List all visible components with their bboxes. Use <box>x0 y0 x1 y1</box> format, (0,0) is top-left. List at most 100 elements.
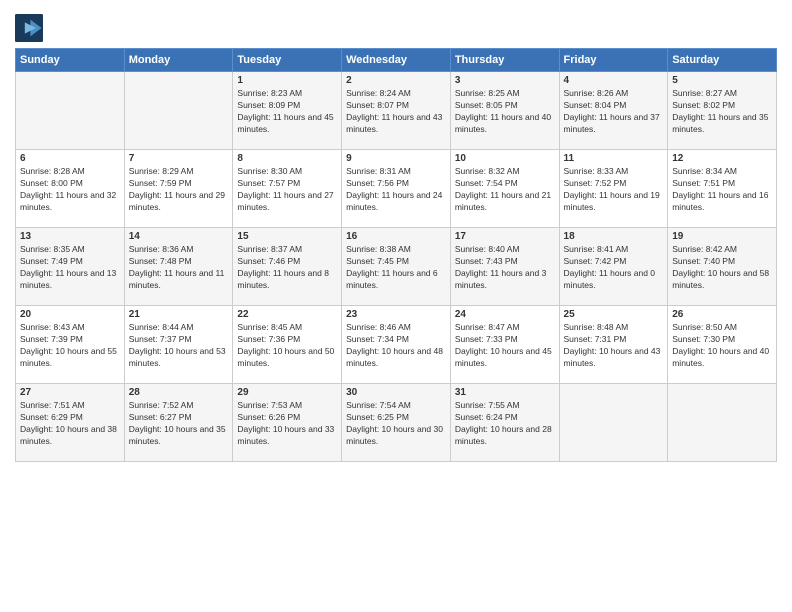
cell-info-line: Sunset: 7:43 PM <box>455 256 555 268</box>
cell-info-line: Daylight: 10 hours and 45 minutes. <box>455 346 555 370</box>
cell-info-line: Sunrise: 7:52 AM <box>129 400 229 412</box>
day-number: 24 <box>455 309 555 320</box>
logo-icon <box>15 14 43 42</box>
cell-info-line: Sunset: 6:26 PM <box>237 412 337 424</box>
cell-info-line: Daylight: 11 hours and 37 minutes. <box>564 112 664 136</box>
cell-info-line: Daylight: 11 hours and 8 minutes. <box>237 268 337 292</box>
cell-info-line: Sunrise: 7:54 AM <box>346 400 446 412</box>
cell-info-line: Sunset: 7:37 PM <box>129 334 229 346</box>
day-number: 29 <box>237 387 337 398</box>
cell-info-line: Daylight: 10 hours and 35 minutes. <box>129 424 229 448</box>
day-number: 5 <box>672 75 772 86</box>
calendar-cell: 25Sunrise: 8:48 AMSunset: 7:31 PMDayligh… <box>559 306 668 384</box>
cell-info-line: Sunrise: 8:36 AM <box>129 244 229 256</box>
cell-info-line: Sunset: 7:34 PM <box>346 334 446 346</box>
cell-info-line: Daylight: 11 hours and 19 minutes. <box>564 190 664 214</box>
cell-info-line: Daylight: 11 hours and 32 minutes. <box>20 190 120 214</box>
cell-info-line: Sunset: 7:36 PM <box>237 334 337 346</box>
cell-info-line: Sunset: 7:56 PM <box>346 178 446 190</box>
cell-info-line: Daylight: 11 hours and 13 minutes. <box>20 268 120 292</box>
cell-info-line: Sunrise: 8:38 AM <box>346 244 446 256</box>
day-number: 1 <box>237 75 337 86</box>
calendar-header-row: SundayMondayTuesdayWednesdayThursdayFrid… <box>16 49 777 72</box>
cell-info-line: Sunset: 7:52 PM <box>564 178 664 190</box>
cell-info-line: Daylight: 11 hours and 6 minutes. <box>346 268 446 292</box>
day-number: 27 <box>20 387 120 398</box>
day-number: 6 <box>20 153 120 164</box>
calendar-cell: 11Sunrise: 8:33 AMSunset: 7:52 PMDayligh… <box>559 150 668 228</box>
calendar-cell: 13Sunrise: 8:35 AMSunset: 7:49 PMDayligh… <box>16 228 125 306</box>
cell-info-line: Daylight: 11 hours and 27 minutes. <box>237 190 337 214</box>
day-number: 30 <box>346 387 446 398</box>
calendar-cell: 2Sunrise: 8:24 AMSunset: 8:07 PMDaylight… <box>342 72 451 150</box>
day-number: 20 <box>20 309 120 320</box>
cell-info-line: Sunset: 7:31 PM <box>564 334 664 346</box>
day-number: 13 <box>20 231 120 242</box>
cell-info-line: Sunset: 7:57 PM <box>237 178 337 190</box>
calendar-cell: 28Sunrise: 7:52 AMSunset: 6:27 PMDayligh… <box>124 384 233 462</box>
cell-info-line: Sunrise: 8:47 AM <box>455 322 555 334</box>
day-header-saturday: Saturday <box>668 49 777 72</box>
calendar-cell: 4Sunrise: 8:26 AMSunset: 8:04 PMDaylight… <box>559 72 668 150</box>
cell-info-line: Sunrise: 7:55 AM <box>455 400 555 412</box>
day-number: 8 <box>237 153 337 164</box>
cell-info-line: Sunset: 8:05 PM <box>455 100 555 112</box>
cell-info-line: Daylight: 11 hours and 24 minutes. <box>346 190 446 214</box>
calendar-cell: 9 Sunrise: 8:31 AMSunset: 7:56 PMDaylight… <box>342 150 451 228</box>
cell-info-line: Sunrise: 8:43 AM <box>20 322 120 334</box>
calendar-cell: 31Sunrise: 7:55 AMSunset: 6:24 PMDayligh… <box>450 384 559 462</box>
logo <box>15 14 45 42</box>
cell-info-line: Daylight: 10 hours and 40 minutes. <box>672 346 772 370</box>
calendar-cell: 6Sunrise: 8:28 AMSunset: 8:00 PMDaylight… <box>16 150 125 228</box>
page: SundayMondayTuesdayWednesdayThursdayFrid… <box>0 0 792 472</box>
calendar-week-row: 13Sunrise: 8:35 AMSunset: 7:49 PMDayligh… <box>16 228 777 306</box>
day-number: 7 <box>129 153 229 164</box>
calendar-cell <box>124 72 233 150</box>
cell-info-line: Sunrise: 7:51 AM <box>20 400 120 412</box>
calendar-cell: 26Sunrise: 8:50 AMSunset: 7:30 PMDayligh… <box>668 306 777 384</box>
cell-info-line: Daylight: 11 hours and 21 minutes. <box>455 190 555 214</box>
cell-info-line: Daylight: 10 hours and 48 minutes. <box>346 346 446 370</box>
cell-info-line: Sunrise: 8:31 AM <box>346 166 446 178</box>
cell-info-line: Sunset: 7:39 PM <box>20 334 120 346</box>
cell-info-line: Daylight: 11 hours and 43 minutes. <box>346 112 446 136</box>
calendar-cell: 15 Sunrise: 8:37 AMSunset: 7:46 PMDayligh… <box>233 228 342 306</box>
cell-info-line: Sunset: 7:46 PM <box>237 256 337 268</box>
day-header-thursday: Thursday <box>450 49 559 72</box>
cell-info-line: Daylight: 11 hours and 3 minutes. <box>455 268 555 292</box>
cell-info-line: Sunset: 7:48 PM <box>129 256 229 268</box>
day-number: 28 <box>129 387 229 398</box>
calendar-cell: 19Sunrise: 8:42 AMSunset: 7:40 PMDayligh… <box>668 228 777 306</box>
calendar-cell <box>559 384 668 462</box>
cell-info-line: Sunrise: 8:41 AM <box>564 244 664 256</box>
calendar-cell: 22Sunrise: 8:45 AMSunset: 7:36 PMDayligh… <box>233 306 342 384</box>
calendar-cell: 27Sunrise: 7:51 AMSunset: 6:29 PMDayligh… <box>16 384 125 462</box>
cell-info-line: Sunset: 8:02 PM <box>672 100 772 112</box>
cell-info-line: Sunrise: 8:37 AM <box>237 244 337 256</box>
day-number: 17 <box>455 231 555 242</box>
calendar-cell: 12Sunrise: 8:34 AMSunset: 7:51 PMDayligh… <box>668 150 777 228</box>
day-number: 9 <box>346 153 446 164</box>
cell-info-line: Sunrise: 8:48 AM <box>564 322 664 334</box>
calendar-week-row: 6Sunrise: 8:28 AMSunset: 8:00 PMDaylight… <box>16 150 777 228</box>
day-number: 3 <box>455 75 555 86</box>
cell-info-line: Sunset: 7:40 PM <box>672 256 772 268</box>
calendar-cell: 17Sunrise: 8:40 AMSunset: 7:43 PMDayligh… <box>450 228 559 306</box>
day-header-sunday: Sunday <box>16 49 125 72</box>
cell-info-line: Sunrise: 8:27 AM <box>672 88 772 100</box>
cell-info-line: Daylight: 10 hours and 55 minutes. <box>20 346 120 370</box>
cell-info-line: Sunrise: 8:32 AM <box>455 166 555 178</box>
day-header-tuesday: Tuesday <box>233 49 342 72</box>
calendar-cell: 16Sunrise: 8:38 AMSunset: 7:45 PMDayligh… <box>342 228 451 306</box>
calendar-cell <box>668 384 777 462</box>
day-number: 25 <box>564 309 664 320</box>
day-number: 15 <box>237 231 337 242</box>
cell-info-line: Sunrise: 8:44 AM <box>129 322 229 334</box>
cell-info-line: Daylight: 11 hours and 45 minutes. <box>237 112 337 136</box>
cell-info-line: Daylight: 10 hours and 58 minutes. <box>672 268 772 292</box>
cell-info-line: Sunrise: 8:42 AM <box>672 244 772 256</box>
cell-info-line: Daylight: 11 hours and 35 minutes. <box>672 112 772 136</box>
cell-info-line: Daylight: 10 hours and 28 minutes. <box>455 424 555 448</box>
day-number: 31 <box>455 387 555 398</box>
cell-info-line: Sunset: 7:30 PM <box>672 334 772 346</box>
